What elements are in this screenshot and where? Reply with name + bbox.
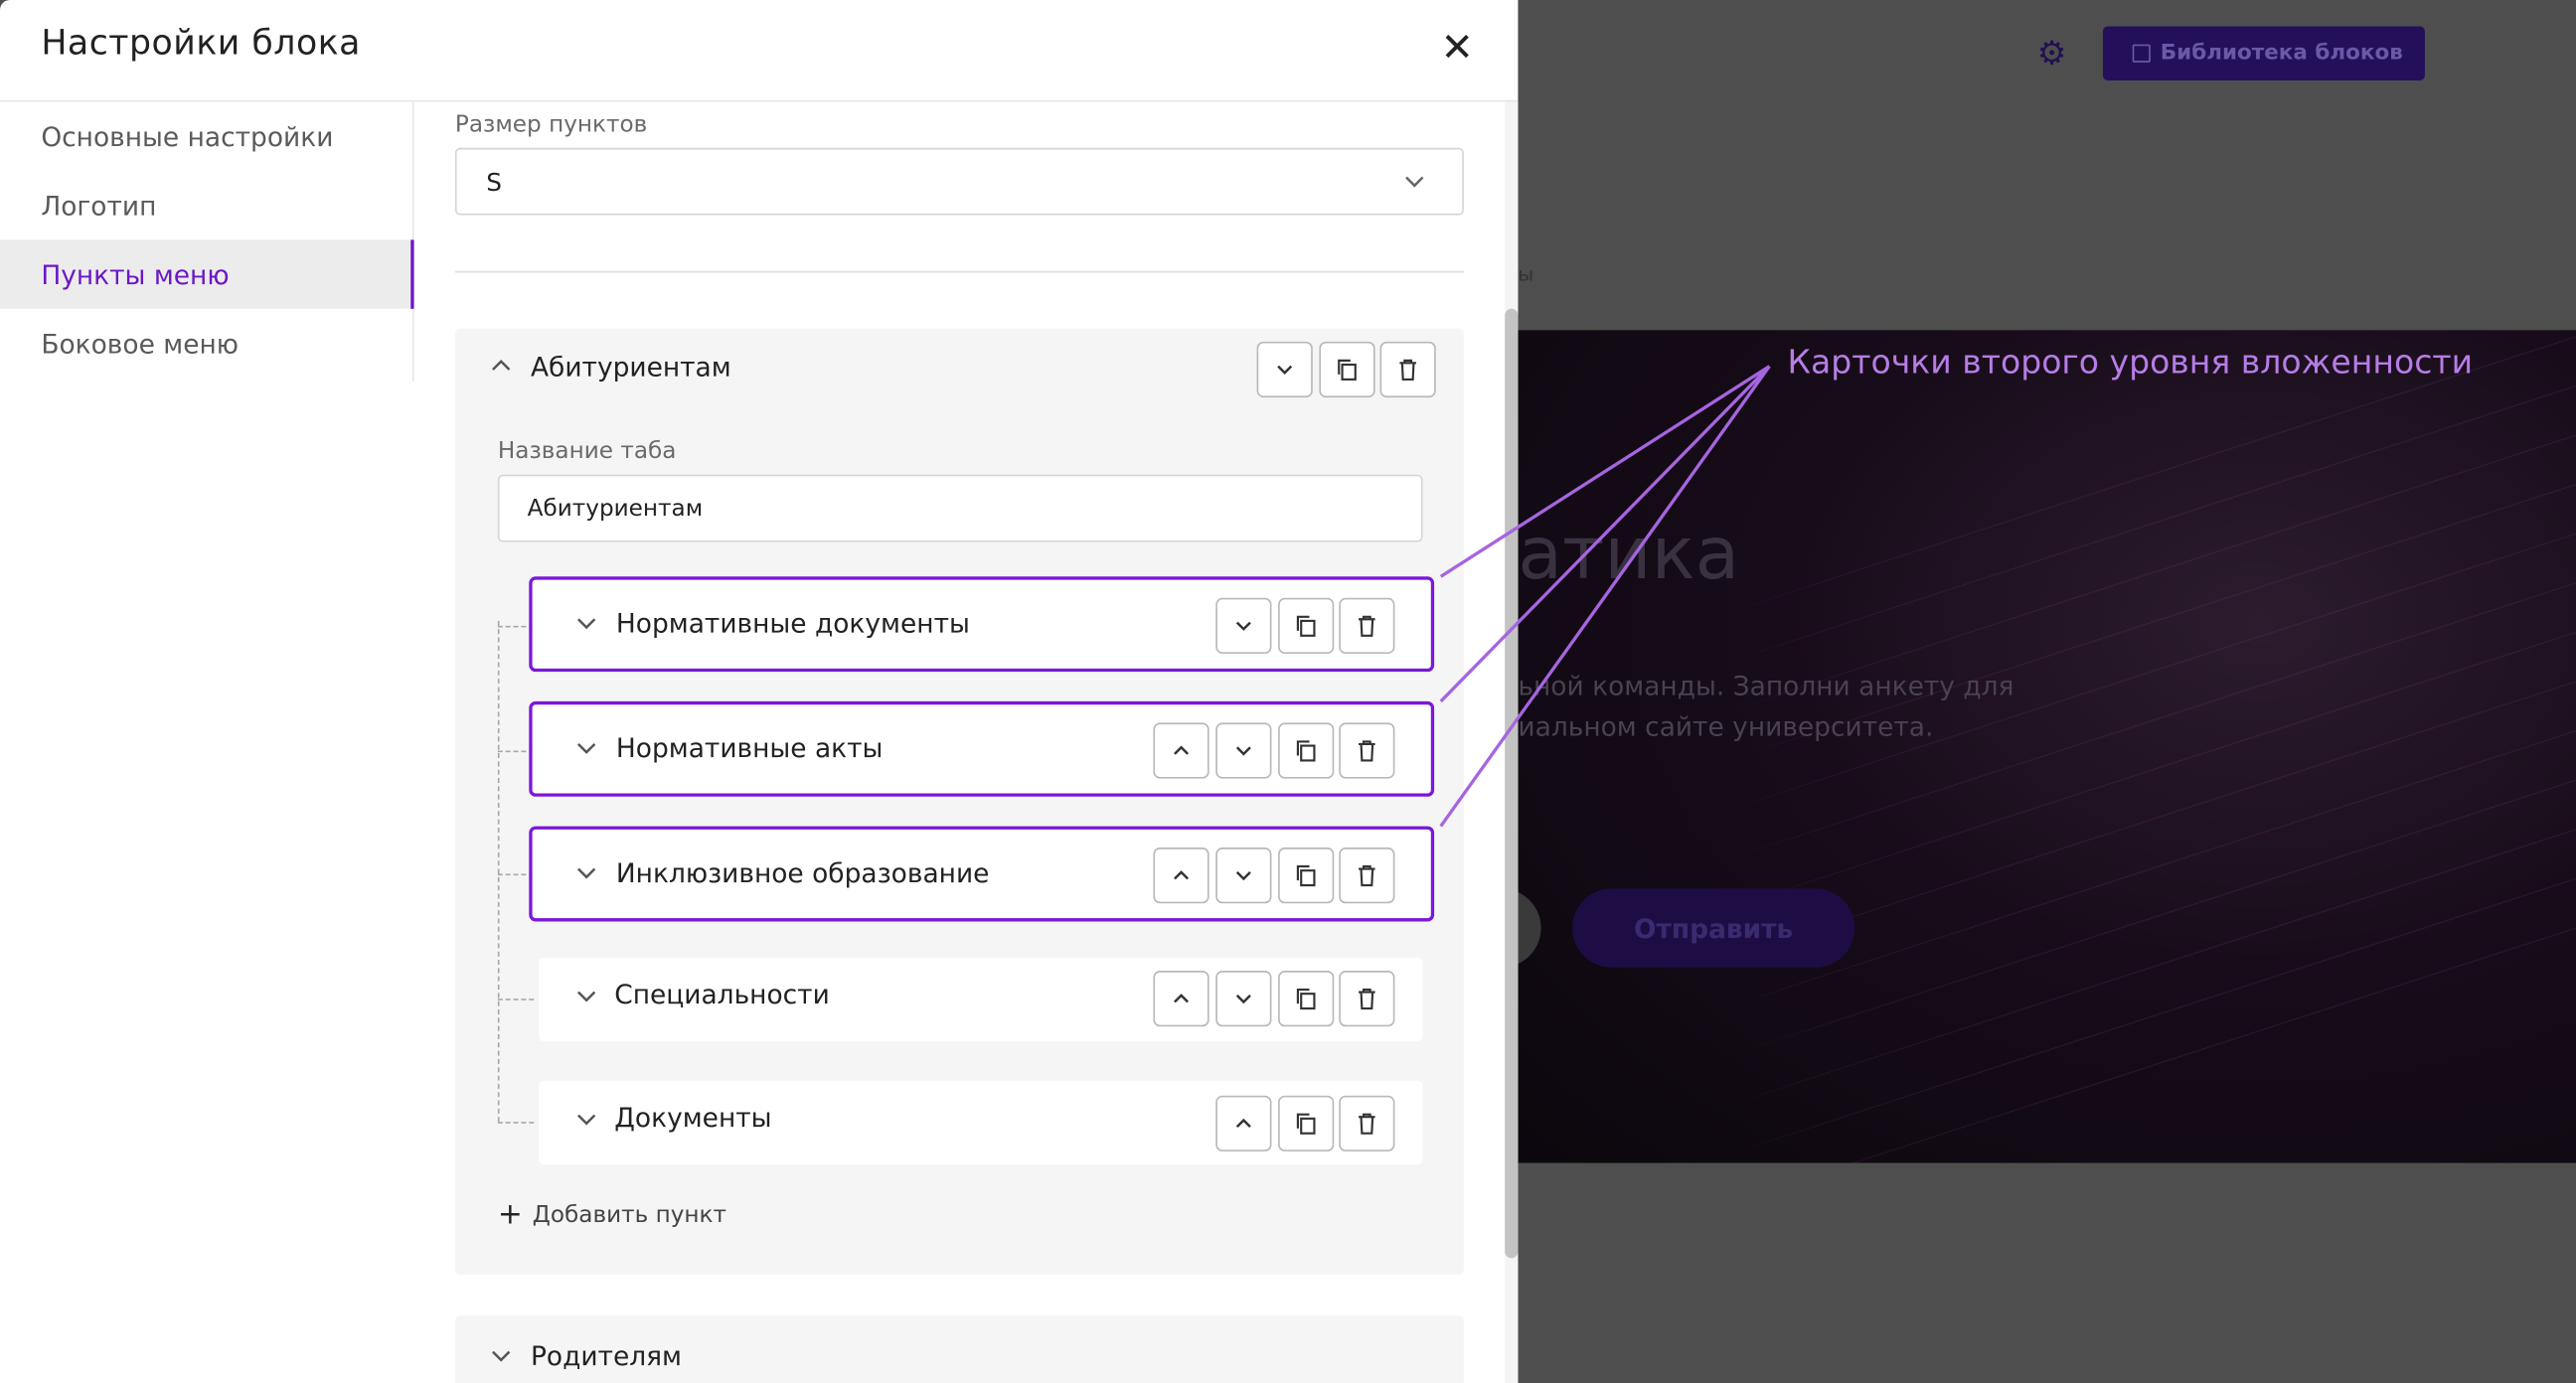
image-icon bbox=[2132, 44, 2151, 63]
copy-icon bbox=[1338, 359, 1357, 381]
move-down-button[interactable] bbox=[1215, 722, 1272, 779]
tab-name-input[interactable]: Абитуриентам bbox=[497, 474, 1423, 542]
screen: ⚙ Библиотека блоков ы атика ьной команды… bbox=[0, 0, 2576, 1383]
chevron-down-icon[interactable] bbox=[575, 611, 598, 639]
move-up-button[interactable] bbox=[1153, 971, 1209, 1027]
trash-icon bbox=[1359, 740, 1375, 762]
tree-branch bbox=[497, 1122, 535, 1124]
copy-icon bbox=[1296, 864, 1316, 887]
copy-icon bbox=[1296, 615, 1316, 637]
menu-item-title: Специальности bbox=[614, 979, 830, 1010]
menu-item-title: Нормативные акты bbox=[615, 732, 884, 764]
close-icon[interactable]: ✕ bbox=[1432, 23, 1482, 73]
trash-icon bbox=[1359, 615, 1375, 637]
chevron-down-icon[interactable] bbox=[575, 984, 598, 1011]
size-label: Размер пунктов bbox=[454, 111, 648, 138]
size-select-value: S bbox=[486, 166, 503, 197]
copy-button[interactable] bbox=[1319, 341, 1375, 398]
copy-button[interactable] bbox=[1278, 971, 1335, 1027]
chevron-down-icon bbox=[1235, 746, 1251, 756]
delete-button[interactable] bbox=[1339, 597, 1395, 654]
delete-button[interactable] bbox=[1339, 847, 1395, 904]
divider bbox=[454, 270, 1464, 273]
annotation-label: Карточки второго уровня вложенности bbox=[1787, 341, 2474, 382]
copy-button[interactable] bbox=[1278, 1095, 1335, 1152]
chevron-up-icon bbox=[1235, 1118, 1251, 1128]
group-title[interactable]: Абитуриентам bbox=[531, 352, 731, 383]
delete-button[interactable] bbox=[1339, 1095, 1395, 1152]
chevron-up-icon bbox=[1174, 745, 1190, 755]
scrollbar-thumb[interactable] bbox=[1505, 308, 1519, 1259]
tree-branch bbox=[497, 999, 535, 1000]
delete-button[interactable] bbox=[1379, 341, 1436, 398]
delete-button[interactable] bbox=[1339, 971, 1395, 1027]
copy-icon bbox=[1296, 1113, 1316, 1135]
copy-icon bbox=[1296, 740, 1316, 762]
submit-button[interactable]: Отправить bbox=[1571, 888, 1855, 968]
chevron-down-icon bbox=[1403, 169, 1426, 199]
chevron-down-icon[interactable] bbox=[575, 736, 598, 764]
blocks-library-label: Библиотека блоков bbox=[2160, 41, 2403, 67]
menu-item-title: Нормативные документы bbox=[615, 607, 970, 640]
tree-connector bbox=[497, 620, 500, 1123]
move-down-button[interactable] bbox=[1215, 847, 1272, 904]
move-down-button[interactable] bbox=[1215, 971, 1272, 1027]
chevron-down-icon bbox=[1235, 870, 1251, 881]
chevron-down-icon bbox=[1235, 994, 1251, 1004]
copy-button[interactable] bbox=[1278, 597, 1335, 654]
modal-header: Настройки блока ✕ bbox=[0, 0, 1519, 102]
hero-text-line-2: иальном сайте университета. bbox=[1518, 710, 1934, 743]
group-title[interactable]: Родителям bbox=[531, 1340, 682, 1371]
chevron-down-icon bbox=[1235, 621, 1251, 631]
chevron-up-icon[interactable] bbox=[490, 355, 513, 383]
copy-button[interactable] bbox=[1278, 722, 1335, 779]
chevron-up-icon bbox=[1174, 870, 1190, 880]
trash-icon bbox=[1359, 864, 1375, 887]
sidebar-item-logo[interactable]: Логотип bbox=[0, 171, 414, 239]
move-up-button[interactable] bbox=[1153, 722, 1209, 779]
delete-button[interactable] bbox=[1339, 722, 1395, 779]
hero-text-line-1: ьной команды. Заполни анкету для bbox=[1518, 670, 2014, 701]
blocks-library-button[interactable]: Библиотека блоков bbox=[2102, 26, 2425, 81]
chevron-down-icon[interactable] bbox=[575, 1107, 598, 1135]
size-select[interactable]: S bbox=[454, 147, 1464, 216]
gear-icon[interactable]: ⚙ bbox=[2037, 36, 2070, 69]
chevron-down-icon[interactable] bbox=[575, 860, 598, 888]
menu-item-title: Инклюзивное образование bbox=[615, 856, 990, 889]
move-up-button[interactable] bbox=[1215, 1095, 1272, 1152]
menu-item-title: Документы bbox=[614, 1102, 772, 1134]
trash-icon bbox=[1359, 1113, 1375, 1135]
modal-title: Настройки блока bbox=[41, 23, 361, 63]
trash-icon bbox=[1359, 988, 1375, 1010]
add-item-button[interactable]: + Добавить пункт bbox=[497, 1197, 727, 1232]
chevron-down-icon bbox=[1277, 365, 1293, 376]
sidebar-item-main-settings[interactable]: Основные настройки bbox=[0, 101, 414, 170]
move-down-button[interactable] bbox=[1256, 341, 1313, 398]
copy-icon bbox=[1296, 988, 1316, 1010]
chevron-down-icon[interactable] bbox=[490, 1343, 513, 1371]
move-up-button[interactable] bbox=[1153, 847, 1209, 904]
background-text-fragment: ы bbox=[1518, 262, 1534, 286]
move-down-button[interactable] bbox=[1215, 597, 1272, 654]
settings-sidebar: Основные настройки Логотип Пункты меню Б… bbox=[0, 101, 414, 382]
chevron-up-icon bbox=[1174, 994, 1190, 1003]
hero-heading: атика bbox=[1518, 512, 1740, 597]
sidebar-item-side-menu[interactable]: Боковое меню bbox=[0, 309, 414, 378]
plus-icon: + bbox=[497, 1197, 523, 1232]
sidebar-item-menu-items[interactable]: Пункты меню bbox=[0, 239, 414, 309]
copy-button[interactable] bbox=[1278, 847, 1335, 904]
tab-name-label: Название таба bbox=[497, 438, 677, 465]
hero-background bbox=[1518, 330, 2576, 1163]
add-item-label: Добавить пункт bbox=[532, 1202, 727, 1229]
trash-icon bbox=[1399, 359, 1416, 381]
